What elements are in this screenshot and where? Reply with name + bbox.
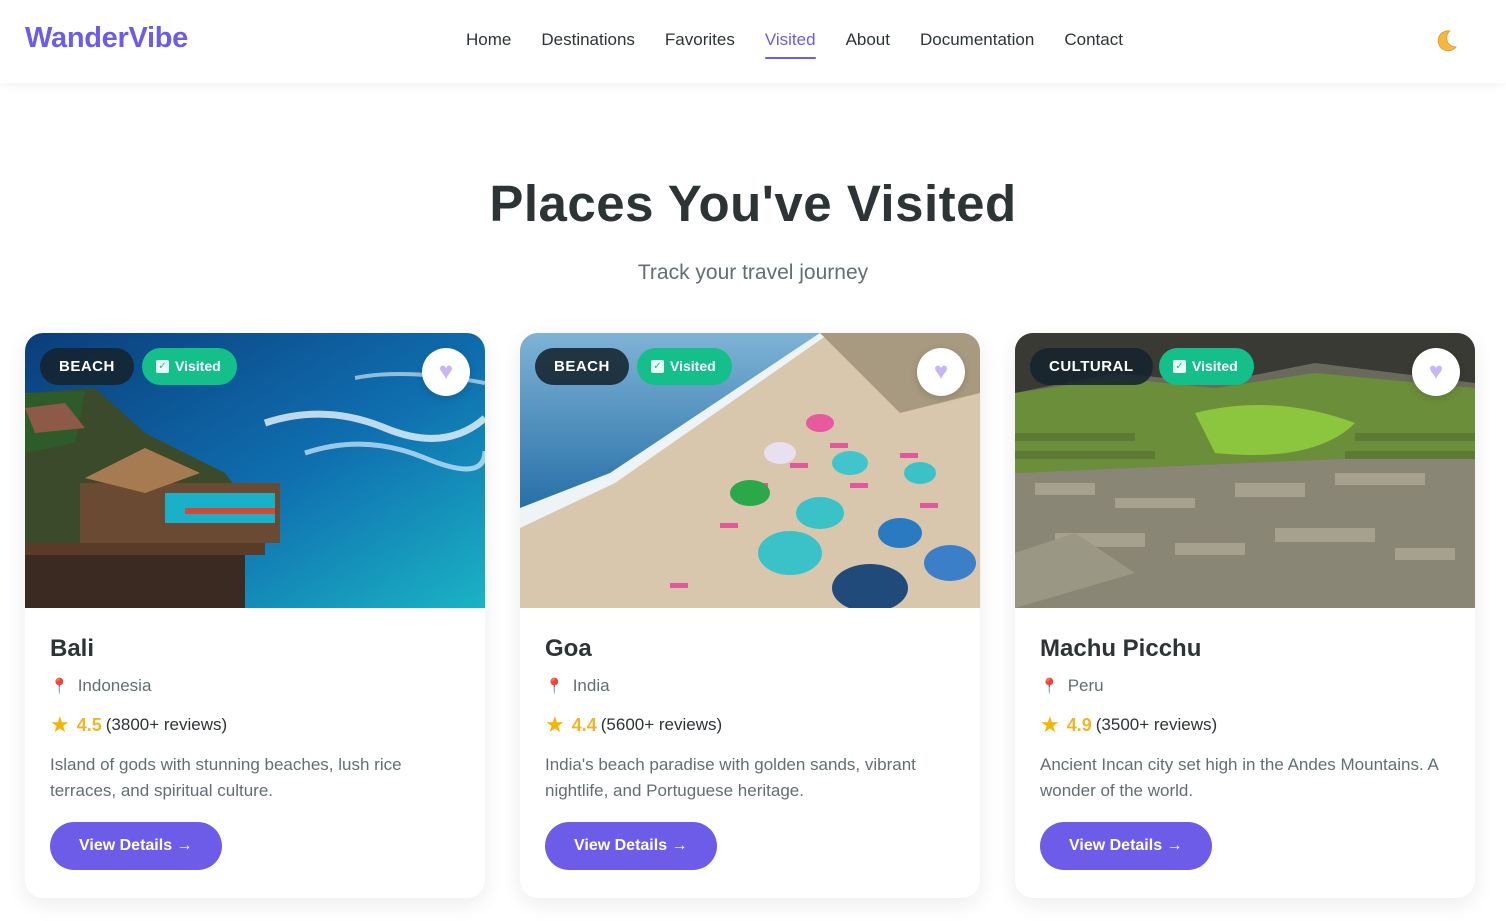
review-count: (5600+ reviews): [600, 715, 723, 734]
destination-name: Bali: [50, 635, 95, 662]
destination-rating: ★ 4.9 (3500+ reviews): [1040, 712, 1450, 738]
navbar: WanderVibe Home Destinations Favorites V…: [0, 0, 1506, 83]
check-icon: ✓: [651, 360, 664, 373]
heart-icon: ♥: [933, 358, 949, 385]
destination-location: 📍 Indonesia: [50, 674, 460, 698]
pin-icon: 📍: [545, 678, 564, 695]
destination-description: India's beach paradise with golden sands…: [545, 755, 916, 800]
card-body: Machu Picchu 📍 Peru ★ 4.9 (3500+ reviews…: [1040, 635, 1450, 870]
heart-icon: ♥: [438, 358, 454, 385]
nav-contact[interactable]: Contact: [1064, 30, 1123, 59]
brand-logo[interactable]: WanderVibe: [25, 22, 188, 55]
rating-value: 4.9: [1066, 714, 1092, 735]
destination-description: Island of gods with stunning beaches, lu…: [50, 755, 402, 800]
rating-value: 4.5: [76, 714, 102, 735]
destination-name: Machu Picchu: [1040, 635, 1202, 662]
favorite-button[interactable]: ♥: [422, 348, 470, 396]
star-icon: ★: [50, 712, 70, 737]
visited-badge: ✓ Visited: [1159, 348, 1254, 385]
nav-favorites[interactable]: Favorites: [665, 30, 735, 59]
visited-badge: ✓ Visited: [142, 348, 237, 385]
nav-home[interactable]: Home: [466, 30, 511, 59]
category-badge: CULTURAL: [1030, 348, 1153, 385]
visited-label: Visited: [670, 358, 716, 374]
nav-about[interactable]: About: [846, 30, 890, 59]
nav-links: Home Destinations Favorites Visited Abou…: [466, 30, 1123, 59]
page-subtitle: Track your travel journey: [637, 261, 869, 284]
destination-location: 📍 India: [545, 674, 955, 698]
heart-icon: ♥: [1428, 358, 1444, 385]
destination-card-bali[interactable]: BEACH ✓ Visited ♥ Bali 📍 Indonesia ★ 4.5…: [25, 333, 485, 898]
review-count: (3500+ reviews): [1095, 715, 1218, 734]
location-text: Peru: [1067, 676, 1104, 695]
visited-label: Visited: [1192, 358, 1238, 374]
view-details-button[interactable]: View Details →: [50, 822, 222, 870]
page-title: Places You've Visited: [489, 175, 1017, 232]
card-body: Bali 📍 Indonesia ★ 4.5 (3800+ reviews) I…: [50, 635, 460, 870]
destination-card-machu-picchu[interactable]: CULTURAL ✓ Visited ♥ Machu Picchu 📍 Peru…: [1015, 333, 1475, 898]
check-icon: ✓: [1173, 360, 1186, 373]
destination-card-goa[interactable]: BEACH ✓ Visited ♥ Goa 📍 India ★ 4.4 (560…: [520, 333, 980, 898]
view-details-button[interactable]: View Details →: [545, 822, 717, 870]
rating-value: 4.4: [571, 714, 597, 735]
destination-rating: ★ 4.4 (5600+ reviews): [545, 712, 955, 738]
moon-icon[interactable]: [1432, 28, 1460, 56]
pin-icon: 📍: [1040, 678, 1059, 695]
review-count: (3800+ reviews): [105, 715, 228, 734]
category-badge: BEACH: [535, 348, 629, 385]
check-icon: ✓: [156, 360, 169, 373]
destination-rating: ★ 4.5 (3800+ reviews): [50, 712, 460, 738]
destination-name: Goa: [545, 635, 592, 662]
nav-visited[interactable]: Visited: [764, 30, 816, 59]
location-text: India: [572, 676, 610, 695]
destination-description: Ancient Incan city set high in the Andes…: [1040, 755, 1438, 800]
card-body: Goa 📍 India ★ 4.4 (5600+ reviews) India'…: [545, 635, 955, 870]
location-text: Indonesia: [77, 676, 152, 695]
visited-label: Visited: [175, 358, 221, 374]
view-details-button[interactable]: View Details →: [1040, 822, 1212, 870]
favorite-button[interactable]: ♥: [1412, 348, 1460, 396]
nav-destinations[interactable]: Destinations: [541, 30, 635, 59]
favorite-button[interactable]: ♥: [917, 348, 965, 396]
pin-icon: 📍: [50, 678, 69, 695]
star-icon: ★: [1040, 712, 1060, 737]
category-badge: BEACH: [40, 348, 134, 385]
visited-badge: ✓ Visited: [637, 348, 732, 385]
destination-location: 📍 Peru: [1040, 674, 1450, 698]
star-icon: ★: [545, 712, 565, 737]
nav-documentation[interactable]: Documentation: [920, 30, 1034, 59]
